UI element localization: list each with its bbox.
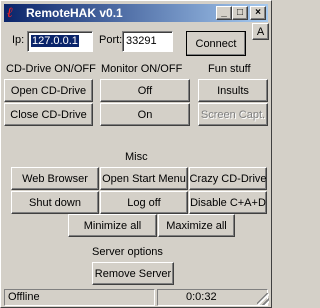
open-cd-drive-button[interactable]: Open CD-Drive: [4, 79, 93, 102]
port-field[interactable]: 33291: [122, 31, 173, 52]
web-browser-button[interactable]: Web Browser: [11, 167, 99, 190]
fun-stuff-heading: Fun stuff: [208, 63, 251, 75]
monitor-off-button[interactable]: Off: [100, 79, 190, 102]
ip-label: Ip:: [12, 34, 25, 46]
ip-value: 127.0.0.1: [31, 35, 79, 47]
status-text: Offline: [4, 289, 155, 306]
monitor-on-button[interactable]: On: [100, 103, 190, 126]
log-off-button[interactable]: Log off: [100, 191, 188, 214]
remove-server-button[interactable]: Remove Server: [92, 262, 174, 285]
resize-grip-icon[interactable]: [257, 293, 269, 305]
close-window-button[interactable]: ×: [250, 6, 266, 20]
window-title: RemoteHAK v0.1: [26, 6, 123, 20]
shut-down-button[interactable]: Shut down: [11, 191, 99, 214]
maximize-window-button[interactable]: □: [232, 6, 248, 20]
close-cd-drive-button[interactable]: Close CD-Drive: [4, 103, 93, 126]
elapsed-time: 0:0:32: [157, 289, 268, 306]
crazy-cd-drive-button[interactable]: Crazy CD-Drive: [189, 167, 267, 190]
cd-drive-heading: CD-Drive ON/OFF: [6, 63, 96, 75]
app-icon[interactable]: ℓ: [7, 5, 19, 21]
connect-button[interactable]: Connect: [186, 31, 246, 56]
port-label: Port:: [99, 34, 123, 46]
minimize-all-button[interactable]: Minimize all: [68, 214, 157, 237]
title-bar[interactable]: ℓ RemoteHAK v0.1 _ □ ×: [4, 4, 268, 22]
misc-heading: Misc: [125, 151, 148, 163]
main-window: ℓ RemoteHAK v0.1 _ □ × Ip: 127.0.0.1 Por…: [0, 0, 272, 308]
server-options-heading: Server options: [92, 246, 163, 258]
disable-ctrl-alt-del-button[interactable]: Disable C+A+D: [189, 191, 267, 214]
maximize-all-button[interactable]: Maximize all: [158, 214, 235, 237]
open-start-menu-button[interactable]: Open Start Menu: [100, 167, 188, 190]
minimize-window-button[interactable]: _: [216, 6, 232, 20]
a-button[interactable]: A: [252, 23, 269, 40]
insults-button[interactable]: Insults: [198, 79, 268, 102]
screen-capture-button[interactable]: Screen Capt.: [198, 103, 268, 126]
ip-field[interactable]: 127.0.0.1: [27, 31, 93, 52]
monitor-heading: Monitor ON/OFF: [101, 63, 183, 75]
